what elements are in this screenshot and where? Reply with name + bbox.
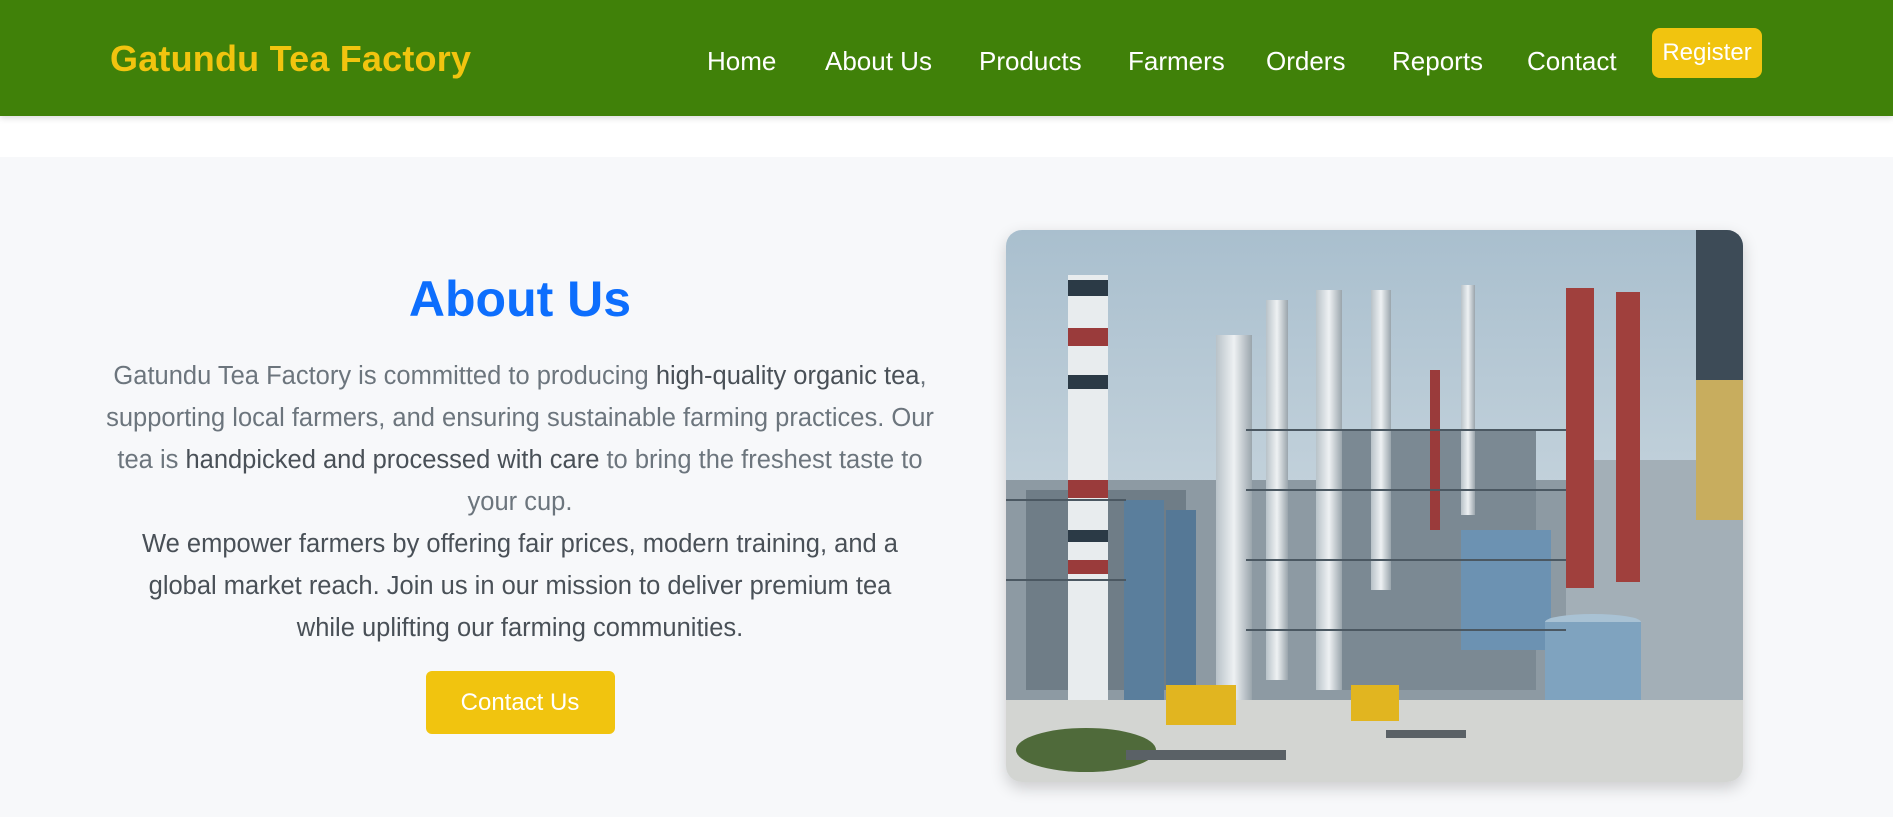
para1-highlight-handpicked: handpicked and processed with care <box>185 446 600 474</box>
about-paragraph-2: We empower farmers by offering fair pric… <box>142 530 898 642</box>
para1-highlight-organic: high-quality organic tea <box>655 362 920 390</box>
about-text-column: About Us Gatundu Tea Factory is committe… <box>105 269 935 734</box>
nav-products[interactable]: Products <box>979 46 1082 77</box>
nav-orders[interactable]: Orders <box>1266 46 1345 77</box>
navbar: Gatundu Tea Factory Home About Us Produc… <box>0 0 1893 116</box>
about-title: About Us <box>408 271 632 327</box>
para1-text-a: Gatundu Tea Factory is committed to prod… <box>113 362 656 390</box>
nav-farmers[interactable]: Farmers <box>1128 46 1225 77</box>
factory-image <box>1006 230 1743 782</box>
factory-illustration <box>1006 230 1743 782</box>
nav-about-us[interactable]: About Us <box>825 46 932 77</box>
about-paragraph-1: Gatundu Tea Factory is committed to prod… <box>105 355 935 523</box>
nav-home[interactable]: Home <box>707 46 776 77</box>
register-button[interactable]: Register <box>1652 28 1762 78</box>
nav-menu: Home About Us Products Farmers Orders Re… <box>0 0 1893 116</box>
about-section: About Us Gatundu Tea Factory is committe… <box>0 157 1893 817</box>
contact-us-button[interactable]: Contact Us <box>425 671 615 734</box>
nav-contact[interactable]: Contact <box>1527 46 1617 77</box>
nav-reports[interactable]: Reports <box>1392 46 1483 77</box>
